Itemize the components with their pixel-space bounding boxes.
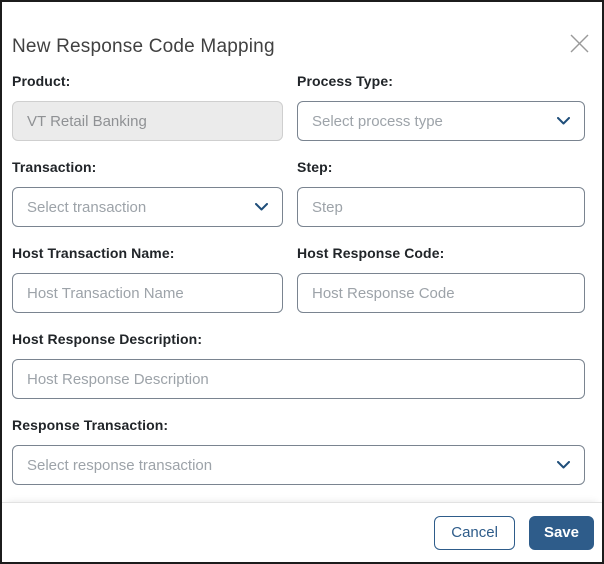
step-field[interactable] (297, 187, 585, 227)
form-row-4: Host Response Description: (12, 332, 585, 399)
dialog-header: New Response Code Mapping (2, 2, 602, 58)
product-field (12, 101, 283, 141)
host-response-description-field[interactable] (12, 359, 585, 399)
transaction-placeholder: Select transaction (27, 198, 147, 216)
product-field-group: Product: (12, 74, 283, 141)
form-row-3: Host Transaction Name: Host Response Cod… (12, 246, 585, 313)
response-transaction-select[interactable]: Select response transaction (12, 445, 585, 485)
form-row-5: Response Transaction: Select response tr… (12, 418, 585, 485)
save-button[interactable]: Save (528, 515, 594, 550)
response-transaction-label: Response Transaction: (12, 417, 169, 433)
process-type-placeholder: Select process type (312, 112, 443, 130)
process-type-field-group: Process Type: Select process type (297, 74, 585, 141)
close-button[interactable] (566, 30, 592, 56)
step-field-group: Step: (297, 160, 585, 227)
form-row-1: Product: Process Type: Select process ty… (12, 74, 585, 141)
transaction-select[interactable]: Select transaction (12, 187, 283, 227)
close-icon (569, 33, 590, 54)
host-response-description-label: Host Response Description: (12, 331, 203, 347)
transaction-label: Transaction: (12, 159, 97, 175)
response-transaction-placeholder: Select response transaction (27, 456, 213, 474)
cancel-button[interactable]: Cancel (434, 515, 515, 550)
process-type-select[interactable]: Select process type (297, 101, 585, 141)
form-row-2: Transaction: Select transaction Step: (12, 160, 585, 227)
dialog-title: New Response Code Mapping (12, 36, 275, 57)
process-type-label: Process Type: (297, 73, 393, 89)
host-response-code-label: Host Response Code: (297, 245, 445, 261)
response-transaction-field-group: Response Transaction: Select response tr… (12, 418, 585, 485)
chevron-down-icon (557, 461, 570, 469)
chevron-down-icon (557, 117, 570, 125)
host-response-code-field-group: Host Response Code: (297, 246, 585, 313)
dialog-body: Product: Process Type: Select process ty… (2, 58, 602, 485)
chevron-down-icon (255, 203, 268, 211)
transaction-field-group: Transaction: Select transaction (12, 160, 283, 227)
dialog-footer: Cancel Save (2, 502, 602, 562)
product-label: Product: (12, 73, 71, 89)
new-response-code-mapping-dialog: New Response Code Mapping Product: Proce… (0, 0, 604, 564)
host-response-description-field-group: Host Response Description: (12, 332, 585, 399)
host-transaction-name-field-group: Host Transaction Name: (12, 246, 283, 313)
step-label: Step: (297, 159, 333, 175)
host-transaction-name-field[interactable] (12, 273, 283, 313)
host-transaction-name-label: Host Transaction Name: (12, 245, 175, 261)
host-response-code-field[interactable] (297, 273, 585, 313)
